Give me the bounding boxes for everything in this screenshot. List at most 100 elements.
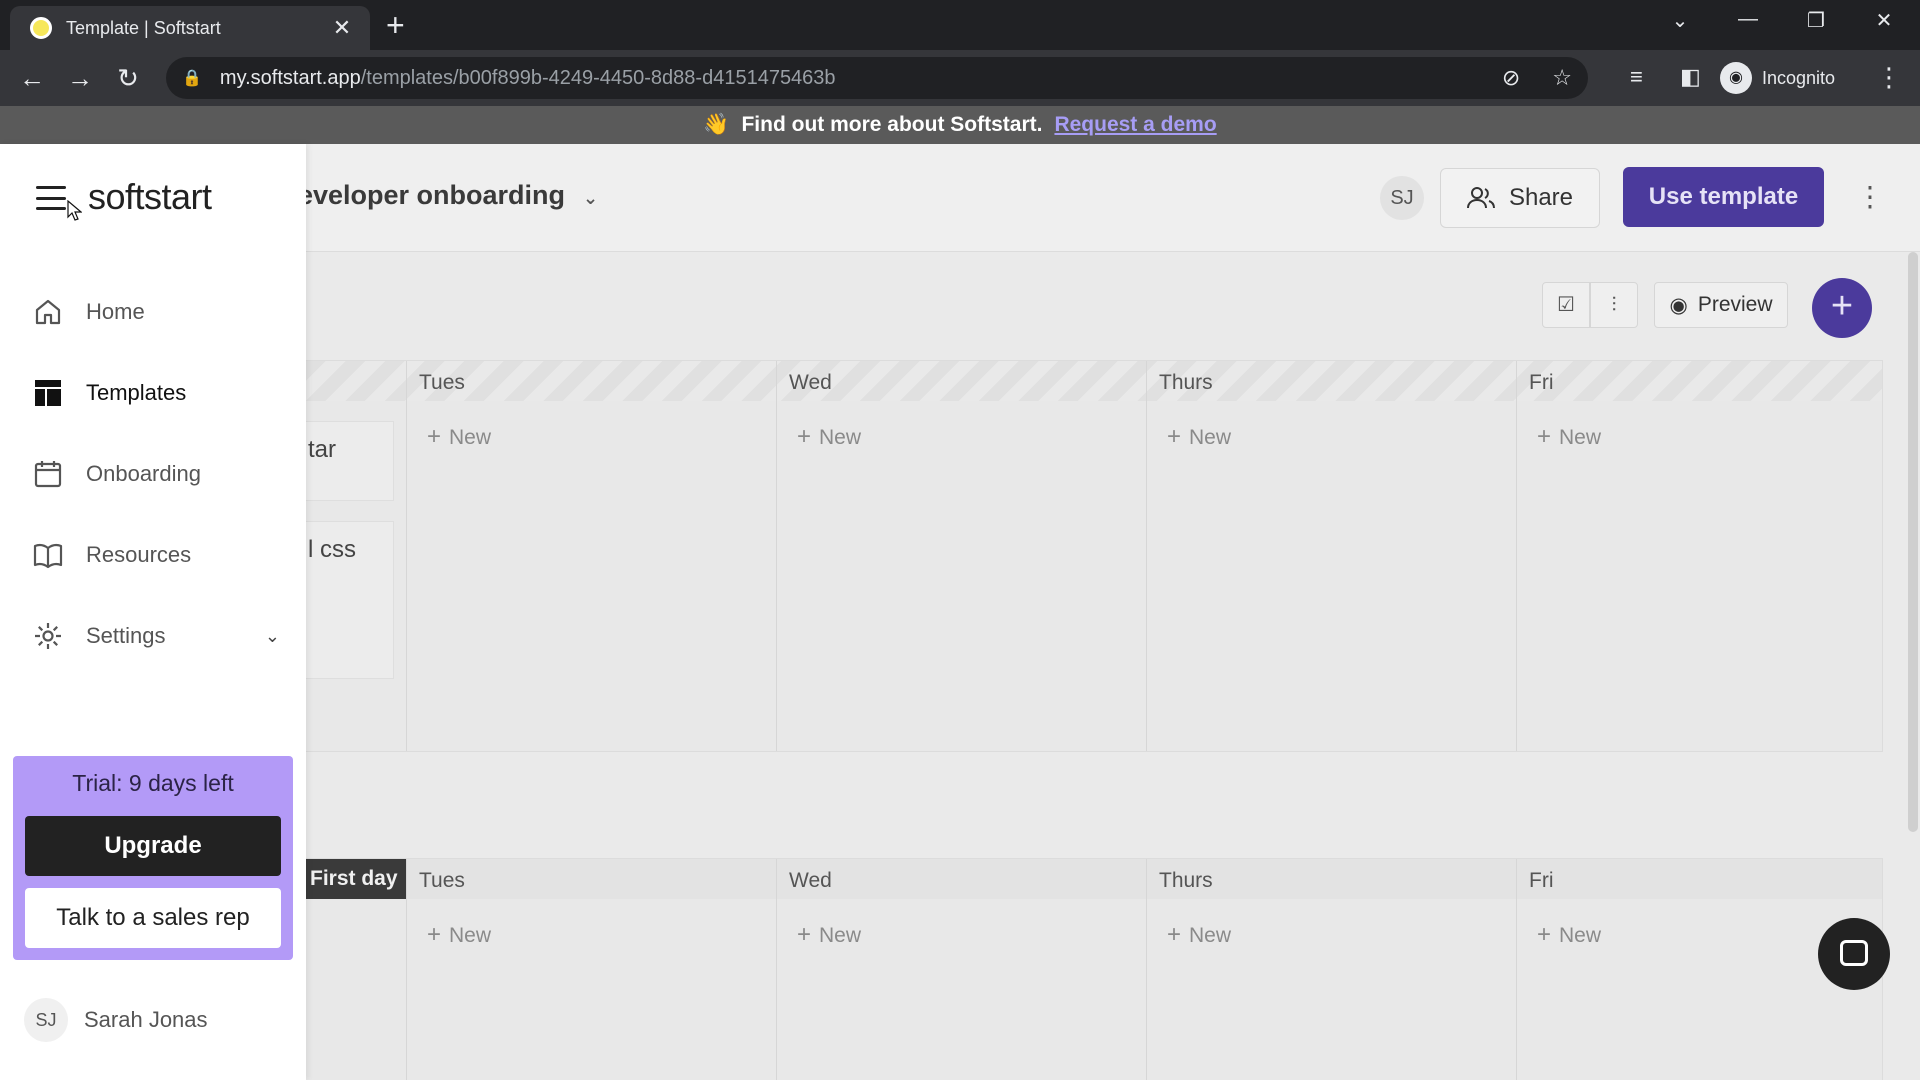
eye-icon: ◉ — [1669, 293, 1688, 317]
tab-search-icon[interactable]: ⌄ — [1660, 8, 1700, 33]
restore-icon[interactable]: ❐ — [1796, 8, 1836, 33]
lock-icon: 🔒 — [182, 70, 202, 87]
share-button[interactable]: Share — [1440, 168, 1600, 228]
user-name: Sarah Jonas — [84, 1007, 208, 1032]
task-card[interactable]: l css — [306, 521, 394, 679]
first-day-label: First day — [306, 859, 406, 899]
address-bar[interactable]: 🔒 my.softstart.app /templates/b00f899b-4… — [166, 57, 1588, 99]
mouse-cursor-icon — [67, 200, 82, 221]
template-title[interactable]: eveloper onboarding ⌄ — [298, 180, 598, 211]
sidebar-item-home[interactable]: Home — [30, 288, 280, 336]
window-close-icon[interactable]: ✕ — [1864, 8, 1904, 33]
home-icon — [30, 294, 66, 330]
week-grid: First day Tues + New Wed + New Thurs + New … — [305, 858, 1883, 1080]
banner-text: Find out more about Softstart. — [741, 113, 1043, 136]
new-task-button[interactable]: + New — [1167, 423, 1231, 451]
sidebar-item-label: Templates — [86, 380, 187, 405]
scrollbar[interactable] — [1908, 252, 1918, 832]
day-column: Tues + New — [406, 361, 776, 751]
week-grid: tar l css Tues + New Wed + New Thurs + New … — [305, 360, 1883, 752]
day-label: Tues — [419, 869, 465, 892]
minimize-icon[interactable]: — — [1728, 8, 1768, 31]
calendar-icon — [30, 456, 66, 492]
day-label: Wed — [789, 869, 832, 892]
side-panel-icon[interactable]: ◧ — [1680, 64, 1701, 90]
tab-close-icon[interactable]: ✕ — [328, 15, 356, 41]
day-label: Thurs — [1159, 869, 1213, 892]
softstart-logo[interactable]: softstart — [88, 176, 212, 218]
new-tab-icon[interactable]: + — [386, 9, 405, 41]
new-task-button[interactable]: + New — [1537, 423, 1601, 451]
day-column: Thurs + New — [1146, 361, 1516, 751]
talk-to-sales-button[interactable]: Talk to a sales rep — [25, 888, 281, 948]
incognito-label: Incognito — [1762, 67, 1836, 88]
trial-panel: Trial: 9 days left Upgrade Talk to a sal… — [13, 756, 293, 960]
url-path: /templates/b00f899b-4249-4450-8d88-d4151… — [360, 66, 836, 89]
new-task-button[interactable]: + New — [1167, 921, 1231, 949]
task-card[interactable]: tar — [306, 421, 394, 501]
avatar[interactable]: SJ — [1380, 176, 1424, 220]
softstart-favicon-icon — [30, 17, 52, 39]
bookmark-star-icon[interactable]: ☆ — [1552, 65, 1572, 91]
add-item-button[interactable]: + — [1812, 278, 1872, 338]
reload-icon[interactable]: ↻ — [112, 62, 144, 94]
sidebar-item-label: Onboarding — [86, 461, 201, 486]
incognito-profile[interactable]: ◉ Incognito — [1720, 58, 1835, 98]
day-label: Wed — [789, 371, 832, 394]
chevron-down-icon: ⌄ — [583, 188, 599, 208]
forward-arrow-icon[interactable]: → — [64, 62, 96, 94]
sidebar-item-onboarding[interactable]: Onboarding — [30, 450, 280, 498]
sidebar-item-settings[interactable]: Settings ⌄ — [30, 612, 280, 660]
day-column: Wed + New — [776, 859, 1146, 1080]
day-label: Thurs — [1159, 371, 1213, 394]
sliders-icon[interactable]: ⫶ — [1590, 282, 1638, 328]
sidebar-item-label: Home — [86, 299, 145, 324]
back-arrow-icon[interactable]: ← — [16, 62, 48, 94]
users-icon — [1466, 187, 1495, 209]
promo-banner: 👋 Find out more about Softstart. Request… — [0, 106, 1920, 144]
url-host: my.softstart.app — [219, 66, 361, 89]
more-options-icon[interactable]: ⋮ — [1856, 180, 1884, 213]
gear-icon — [30, 618, 66, 654]
sidebar: softstart Home Templates Onboarding Reso… — [0, 144, 306, 1080]
trial-status: Trial: 9 days left — [72, 770, 234, 796]
day-column: Fri + New — [1516, 361, 1882, 751]
sidebar-item-resources[interactable]: Resources — [30, 531, 280, 579]
templates-icon — [30, 375, 66, 411]
media-queue-icon[interactable]: ≡ — [1630, 64, 1643, 90]
browser-toolbar: ← → ↻ 🔒 my.softstart.app /templates/b00f… — [0, 50, 1920, 106]
new-task-button[interactable]: + New — [1537, 921, 1601, 949]
sidebar-item-label: Settings — [86, 623, 166, 648]
day-label: Tues — [419, 371, 465, 394]
browser-menu-icon[interactable]: ⋮ — [1876, 62, 1902, 93]
new-task-button[interactable]: + New — [797, 921, 861, 949]
book-icon — [30, 537, 66, 573]
chevron-down-icon[interactable]: ⌄ — [265, 626, 280, 647]
checkbox-icon[interactable]: ☑ — [1542, 282, 1590, 328]
day-column: Thurs + New — [1146, 859, 1516, 1080]
day-label: Fri — [1529, 371, 1554, 394]
day-column: Tues + New — [406, 859, 776, 1080]
chat-icon — [1840, 940, 1868, 966]
browser-tab-strip: Template | Softstart ✕ + ⌄ — ❐ ✕ — [0, 0, 1920, 50]
sidebar-item-label: Resources — [86, 542, 192, 567]
incognito-icon: ◉ — [1720, 62, 1752, 94]
upgrade-button[interactable]: Upgrade — [25, 816, 281, 876]
request-demo-link[interactable]: Request a demo — [1054, 113, 1216, 137]
avatar: SJ — [24, 998, 68, 1042]
wave-emoji-icon: 👋 — [703, 113, 730, 136]
new-task-button[interactable]: + New — [427, 921, 491, 949]
tab-title: Template | Softstart — [66, 17, 221, 38]
new-task-button[interactable]: + New — [427, 423, 491, 451]
day-column: Wed + New — [776, 361, 1146, 751]
sidebar-item-templates[interactable]: Templates — [30, 369, 280, 417]
new-task-button[interactable]: + New — [797, 423, 861, 451]
use-template-button[interactable]: Use template — [1623, 167, 1824, 227]
preview-button[interactable]: ◉ Preview — [1654, 282, 1788, 328]
chat-launcher-button[interactable] — [1818, 918, 1890, 990]
eye-off-icon[interactable]: ⊘ — [1502, 65, 1520, 91]
hamburger-menu-icon[interactable] — [36, 186, 66, 210]
browser-tab[interactable]: Template | Softstart ✕ — [10, 6, 370, 50]
user-profile[interactable]: SJ Sarah Jonas — [24, 998, 208, 1042]
day-label: Fri — [1529, 869, 1554, 892]
